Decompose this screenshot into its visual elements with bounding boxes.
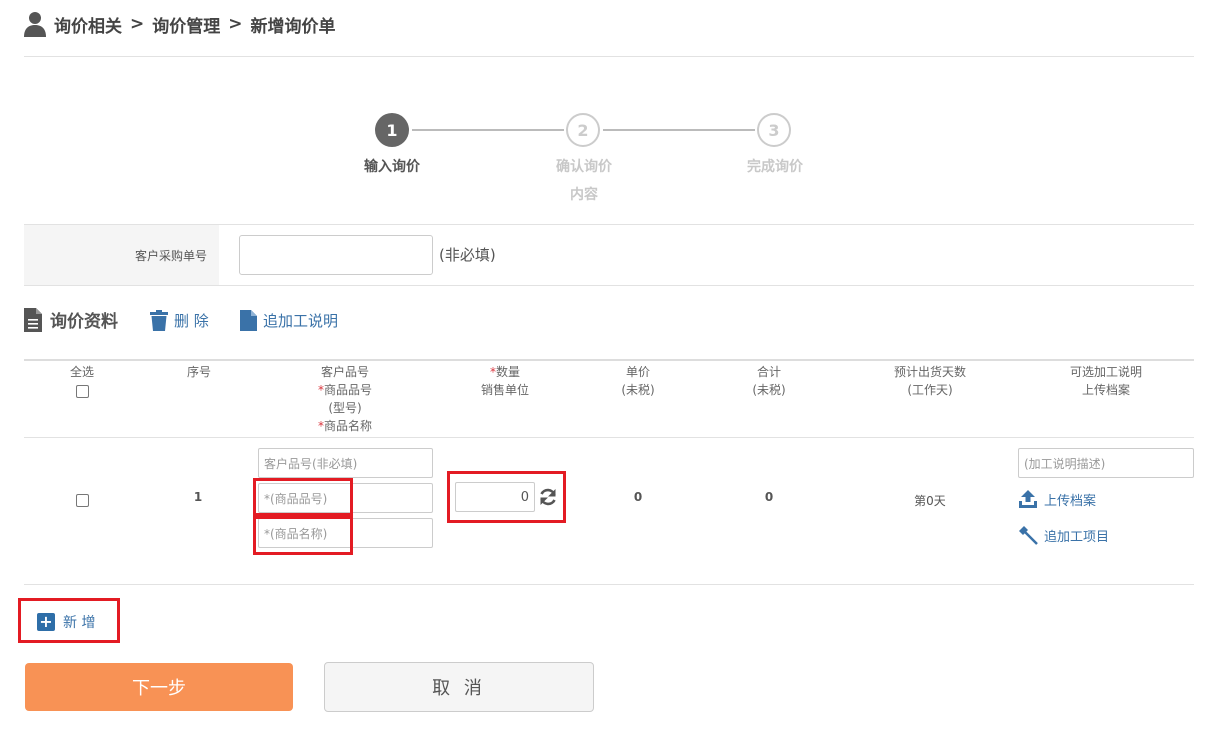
header-quantity: *数量 销售单位 bbox=[480, 365, 529, 397]
row-total: 0 bbox=[764, 490, 774, 504]
breadcrumb-item-1[interactable]: 询价相关 bbox=[54, 12, 122, 37]
header-select-all: 全选 bbox=[69, 365, 94, 379]
row-ship-days: 第0天 bbox=[914, 494, 946, 508]
step-1-label: 输入询价 bbox=[364, 159, 420, 175]
processing-description-input[interactable]: (加工说明描述) bbox=[1018, 448, 1194, 478]
header-unit-price: 单价 (未税) bbox=[621, 365, 655, 397]
delete-button[interactable]: 删 除 bbox=[150, 310, 209, 331]
breadcrumb-separator: > bbox=[130, 14, 145, 34]
highlight-box bbox=[253, 478, 353, 516]
breadcrumb-item-3: 新增询价单 bbox=[250, 16, 336, 37]
add-processing-note-label: 追加工说明 bbox=[263, 312, 339, 330]
step-3-circle: 3 bbox=[757, 113, 791, 147]
highlight-box bbox=[447, 471, 566, 523]
table-header-border bbox=[24, 359, 1194, 361]
user-icon bbox=[24, 12, 46, 37]
trash-icon bbox=[150, 310, 168, 331]
header-seq: 序号 bbox=[186, 365, 211, 379]
upload-icon bbox=[1019, 490, 1037, 508]
divider bbox=[24, 285, 1194, 286]
step-connector bbox=[603, 129, 755, 131]
step-1-circle: 1 bbox=[375, 113, 409, 147]
delete-button-label: 删 除 bbox=[174, 312, 209, 330]
upload-file-link[interactable]: 上传档案 bbox=[1018, 489, 1096, 509]
file-icon bbox=[240, 310, 257, 331]
header-ship-days: 预计出货天数 (工作天) bbox=[893, 365, 966, 397]
row-checkbox[interactable] bbox=[76, 494, 89, 507]
add-processing-item-label: 追加工项目 bbox=[1044, 529, 1110, 545]
document-icon bbox=[24, 307, 42, 332]
header-processing-upload: 可选加工说明 上传档案 bbox=[1069, 365, 1142, 397]
row-unit-price: 0 bbox=[633, 490, 643, 504]
highlight-box bbox=[18, 598, 120, 643]
add-processing-note-button[interactable]: 追加工说明 bbox=[240, 310, 338, 331]
po-number-label: 客户采购单号 bbox=[24, 225, 219, 285]
header-part-number: 客户品号 *商品品号 (型号) *商品名称 bbox=[317, 365, 372, 433]
header-total: 合计 (未税) bbox=[752, 365, 786, 397]
hammer-icon bbox=[1019, 526, 1038, 545]
step-3-label: 完成询价 bbox=[747, 159, 803, 175]
upload-file-label: 上传档案 bbox=[1044, 493, 1097, 509]
customer-part-input[interactable]: 客户品号(非必填) bbox=[258, 448, 433, 478]
add-processing-item-link[interactable]: 追加工项目 bbox=[1018, 525, 1109, 545]
step-2-label: 确认询价 bbox=[556, 159, 612, 175]
highlight-box bbox=[253, 516, 353, 555]
cancel-button[interactable]: 取 消 bbox=[324, 662, 594, 712]
po-number-input[interactable] bbox=[239, 235, 433, 275]
breadcrumb-separator: > bbox=[228, 14, 243, 34]
divider bbox=[24, 56, 1194, 57]
next-step-button[interactable]: 下一步 bbox=[25, 663, 293, 711]
step-connector bbox=[412, 129, 564, 131]
step-2-circle: 2 bbox=[566, 113, 600, 147]
breadcrumb-item-2[interactable]: 询价管理 bbox=[152, 12, 220, 37]
step-2-label-line2: 内容 bbox=[570, 187, 598, 203]
select-all-checkbox[interactable] bbox=[76, 385, 89, 398]
divider bbox=[24, 584, 1194, 585]
divider bbox=[24, 437, 1194, 438]
section-title-text: 询价资料 bbox=[50, 312, 118, 332]
breadcrumb: 询价相关 > 询价管理 > 新增询价单 bbox=[24, 10, 336, 38]
section-title: 询价资料 bbox=[24, 307, 118, 332]
po-number-note: (非必填) bbox=[439, 246, 496, 264]
row-seq: 1 bbox=[193, 490, 203, 504]
